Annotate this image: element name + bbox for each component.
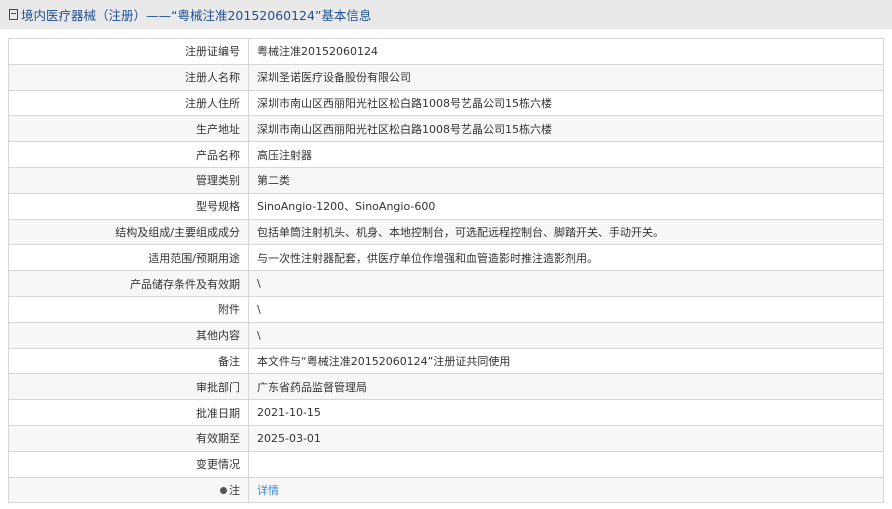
- table-row: 产品名称 高压注射器: [8, 141, 884, 168]
- table-row: 管理类别 第二类: [8, 166, 884, 194]
- field-label: 注册人名称: [8, 63, 249, 91]
- table-row: 其他内容 \: [8, 321, 884, 349]
- field-value: \: [248, 321, 884, 349]
- field-value: 详情: [248, 476, 884, 504]
- field-label: 产品储存条件及有效期: [8, 270, 249, 297]
- table-row: 备注 本文件与“粤械注准20152060124”注册证共同使用: [8, 347, 884, 375]
- table-row: 型号规格 SinoAngio-1200、SinoAngio-600: [8, 192, 884, 220]
- field-label: 型号规格: [8, 192, 249, 220]
- field-label: 其他内容: [8, 321, 249, 349]
- page-header: 境内医疗器械（注册）——“粤械注准20152060124”基本信息: [0, 0, 892, 29]
- field-label: 批准日期: [8, 399, 249, 426]
- field-label: 变更情况: [8, 450, 249, 478]
- field-label: 有效期至: [8, 424, 249, 452]
- field-value: 第二类: [248, 166, 884, 194]
- field-label: 注册证编号: [8, 38, 249, 65]
- table-row: 适用范围/预期用途 与一次性注射器配套，供医疗单位作增强和血管造影时推注造影剂用。: [8, 244, 884, 272]
- field-value: 深圳圣诺医疗设备股份有限公司: [248, 63, 884, 91]
- field-value: 粤械注准20152060124: [248, 38, 884, 65]
- table-row: 注册人名称 深圳圣诺医疗设备股份有限公司: [8, 63, 884, 91]
- field-value: 2021-10-15: [248, 399, 884, 426]
- field-value: SinoAngio-1200、SinoAngio-600: [248, 192, 884, 220]
- table-row: 结构及组成/主要组成成分 包括单筒注射机头、机身、本地控制台，可选配远程控制台、脚…: [8, 218, 884, 246]
- table-row: 注 详情: [8, 476, 884, 504]
- field-value: 2025-03-01: [248, 424, 884, 452]
- details-link[interactable]: 详情: [257, 484, 279, 497]
- field-label: 附件: [8, 295, 249, 323]
- field-value: \: [248, 270, 884, 297]
- table-row: 生产地址 深圳市南山区西丽阳光社区松白路1008号艺晶公司15栋六楼: [8, 115, 884, 143]
- table-row: 变更情况: [8, 450, 884, 478]
- info-table: 注册证编号 粤械注准20152060124 注册人名称 深圳圣诺医疗设备股份有限公司注…: [8, 38, 884, 504]
- field-label: 备注: [8, 347, 249, 375]
- field-label: 审批部门: [8, 373, 249, 401]
- field-label: 生产地址: [8, 115, 249, 143]
- table-row: 注册证编号 粤械注准20152060124: [8, 38, 884, 65]
- field-label: 产品名称: [8, 141, 249, 168]
- table-row: 注册人住所 深圳市南山区西丽阳光社区松白路1008号艺晶公司15栋六楼: [8, 89, 884, 117]
- table-row: 附件 \: [8, 295, 884, 323]
- table-row: 有效期至 2025-03-01: [8, 424, 884, 452]
- field-value: 深圳市南山区西丽阳光社区松白路1008号艺晶公司15栋六楼: [248, 115, 884, 143]
- field-value: 深圳市南山区西丽阳光社区松白路1008号艺晶公司15栋六楼: [248, 89, 884, 117]
- field-label: 管理类别: [8, 166, 249, 194]
- table-row: 审批部门 广东省药品监督管理局: [8, 373, 884, 401]
- note-label: 注: [229, 483, 240, 497]
- table-row: 批准日期 2021-10-15: [8, 399, 884, 426]
- field-value: 包括单筒注射机头、机身、本地控制台，可选配远程控制台、脚踏开关、手动开关。: [248, 218, 884, 246]
- field-value: [248, 450, 884, 478]
- field-label: 适用范围/预期用途: [8, 244, 249, 272]
- field-value: 本文件与“粤械注准20152060124”注册证共同使用: [248, 347, 884, 375]
- page-title: 境内医疗器械（注册）——“粤械注准20152060124”基本信息: [21, 8, 372, 23]
- field-label: 结构及组成/主要组成成分: [8, 218, 249, 246]
- field-value: \: [248, 295, 884, 323]
- field-value: 高压注射器: [248, 141, 884, 168]
- field-value: 与一次性注射器配套，供医疗单位作增强和血管造影时推注造影剂用。: [248, 244, 884, 272]
- table-row: 产品储存条件及有效期 \: [8, 270, 884, 297]
- field-value: 广东省药品监督管理局: [248, 373, 884, 401]
- field-label: 注: [8, 476, 249, 504]
- field-label: 注册人住所: [8, 89, 249, 117]
- pin-icon: [220, 486, 227, 494]
- document-icon: [9, 9, 18, 20]
